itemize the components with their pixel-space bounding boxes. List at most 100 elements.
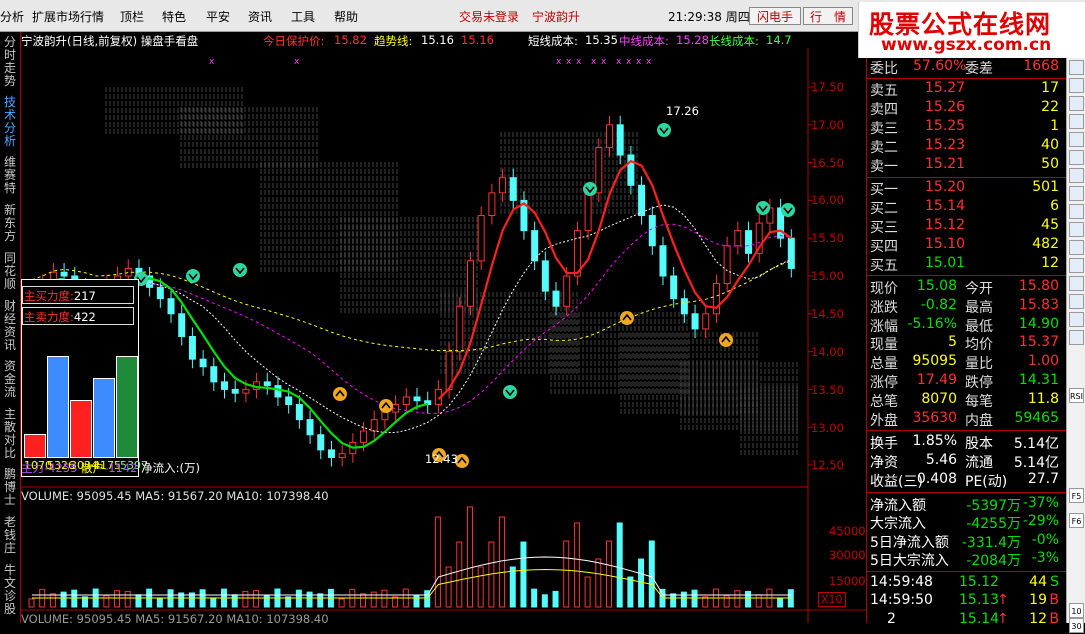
menu-pingan[interactable]: 平安 bbox=[206, 8, 230, 25]
flash-trade-button[interactable]: 闪电手 bbox=[749, 7, 801, 25]
tab-main-retail-compare[interactable]: 主散对比 bbox=[2, 408, 18, 460]
volume-bar bbox=[563, 540, 570, 608]
tab-tonghuashun[interactable]: 同花顺 bbox=[2, 252, 18, 291]
tab-technical-analysis[interactable]: 技术分析 bbox=[2, 96, 18, 148]
tick-row: 14:59:50 15.13 ↑ 19 B bbox=[870, 592, 1059, 609]
price-tick: 17.50 bbox=[811, 80, 844, 94]
sell-level-row[interactable]: 卖一 15.21 50 bbox=[867, 156, 1063, 175]
candle-body bbox=[691, 313, 699, 330]
quote-panel: 委比 57.60% 委差 1668 卖五 15.27 17 卖四 15.26 2… bbox=[866, 58, 1067, 627]
tool-icon[interactable] bbox=[1069, 96, 1084, 111]
tool-icon[interactable] bbox=[1069, 330, 1084, 345]
kline-canvas[interactable]: xxxxxxxxxxx bbox=[21, 32, 866, 623]
trend-line-value: 15.16 bbox=[421, 33, 454, 47]
menu-help[interactable]: 帮助 bbox=[334, 8, 358, 25]
tool-icon-30[interactable]: 30 bbox=[1069, 618, 1084, 633]
kline-chart[interactable]: xxxxxxxxxxx 宁波韵升(日线,前复权) 操盘手看盘 今日保护价: 15… bbox=[21, 32, 866, 626]
candle-body bbox=[231, 388, 239, 394]
price-tick: 16.00 bbox=[811, 193, 844, 207]
tab-xindongfang[interactable]: 新东方 bbox=[2, 204, 18, 243]
candle-body bbox=[402, 396, 410, 406]
tool-icon[interactable] bbox=[1069, 294, 1084, 309]
candle-body bbox=[745, 230, 753, 254]
sell-signal-icon bbox=[503, 385, 517, 399]
menu-special[interactable]: 特色 bbox=[162, 8, 186, 25]
quote-button[interactable]: 行 情 bbox=[803, 7, 853, 25]
tool-icon-rsi[interactable]: RSI bbox=[1069, 388, 1084, 403]
tab-stock-diagnosis[interactable]: 牛文诊股 bbox=[2, 564, 18, 616]
tool-icon[interactable] bbox=[1069, 60, 1084, 75]
volume-bar bbox=[777, 597, 784, 608]
volume-bar bbox=[60, 591, 67, 608]
menu-extended-market[interactable]: 扩展市场行情 bbox=[32, 8, 104, 25]
sell-level-row[interactable]: 卖四 15.26 22 bbox=[867, 99, 1063, 118]
tool-icon[interactable] bbox=[1069, 114, 1084, 129]
volume-bar bbox=[28, 598, 35, 608]
flow-row: 大宗流入 -4255万 -29% bbox=[870, 513, 1059, 533]
buy-level-row[interactable]: 买一 15.20 501 bbox=[867, 179, 1063, 198]
volume-bar bbox=[317, 593, 324, 608]
menu-topbar[interactable]: 顶栏 bbox=[120, 8, 144, 25]
tab-intraday[interactable]: 分时走势 bbox=[2, 36, 18, 88]
candle-body bbox=[456, 305, 464, 353]
tool-icon[interactable] bbox=[1069, 78, 1084, 93]
clock: 21:29:38 周四 bbox=[668, 10, 750, 24]
sell-signal-icon bbox=[781, 203, 795, 217]
tool-icon[interactable] bbox=[1069, 222, 1084, 237]
candle-body bbox=[221, 381, 228, 390]
tool-icon-f5[interactable]: F5 bbox=[1069, 488, 1084, 503]
stat-row: 总笔 8070 每笔 11.8 bbox=[870, 390, 1059, 410]
tool-icon-10[interactable]: 10 bbox=[1069, 603, 1084, 618]
tab-finance-news[interactable]: 财经资讯 bbox=[2, 300, 18, 352]
tool-icon[interactable] bbox=[1069, 150, 1084, 165]
price-tick: 14.00 bbox=[811, 345, 844, 359]
main-buy-force: 主买力度:217 bbox=[22, 286, 134, 304]
tool-icon-f6[interactable]: F6 bbox=[1069, 513, 1084, 528]
tool-icon[interactable] bbox=[1069, 240, 1084, 255]
menu-news[interactable]: 资讯 bbox=[248, 8, 272, 25]
volume-bar bbox=[616, 522, 623, 608]
candle-body bbox=[477, 215, 485, 262]
signal-x-marker: x bbox=[591, 57, 597, 67]
price-tick: 12.50 bbox=[811, 458, 844, 472]
sell-level-row[interactable]: 卖三 15.25 1 bbox=[867, 118, 1063, 137]
tool-icon[interactable] bbox=[1069, 312, 1084, 327]
buy-level-row[interactable]: 买四 15.10 482 bbox=[867, 236, 1063, 255]
buy-level-row[interactable]: 买三 15.12 45 bbox=[867, 217, 1063, 236]
menu-analysis[interactable]: 分析 bbox=[0, 8, 24, 25]
tool-icon[interactable] bbox=[1069, 258, 1084, 273]
net-inflow-legend: 主力-4255 散户-1142 净流入:(万) bbox=[21, 461, 201, 475]
force-bar bbox=[70, 400, 92, 458]
tab-weisaite[interactable]: 维赛特 bbox=[2, 156, 18, 195]
tab-pengboshi[interactable]: 鹏博士 bbox=[2, 468, 18, 507]
buy-level-row[interactable]: 买二 15.14 6 bbox=[867, 198, 1063, 217]
sell-level-row[interactable]: 卖二 15.23 40 bbox=[867, 137, 1063, 156]
tool-icon[interactable] bbox=[1069, 204, 1084, 219]
signal-x-marker: x bbox=[576, 57, 582, 67]
stock-name-link[interactable]: 宁波韵升 bbox=[532, 8, 580, 25]
tool-icon[interactable] bbox=[1069, 132, 1084, 147]
candle-body bbox=[509, 177, 517, 201]
candle-body bbox=[210, 366, 218, 383]
tool-icon[interactable] bbox=[1069, 276, 1084, 291]
tab-laoqianzhuang[interactable]: 老钱庄 bbox=[2, 516, 18, 555]
volume-bar bbox=[103, 595, 110, 608]
stat2-row: 收益(三) 0.408 PE(动) 27.7 bbox=[870, 471, 1059, 490]
volume-bar bbox=[573, 522, 580, 608]
sell-signal-icon bbox=[583, 182, 597, 196]
volume-bar bbox=[295, 589, 302, 608]
volume-bar bbox=[606, 540, 612, 608]
long-cost-value: 14.7 bbox=[766, 33, 792, 47]
tool-icon[interactable] bbox=[1069, 168, 1084, 183]
volume-bar bbox=[509, 566, 516, 608]
sell-level-row[interactable]: 卖五 15.27 17 bbox=[867, 80, 1063, 99]
menu-tools[interactable]: 工具 bbox=[291, 8, 315, 25]
volume-bar bbox=[135, 594, 142, 608]
signal-x-marker: x bbox=[601, 57, 607, 67]
buy-level-row[interactable]: 买五 15.01 12 bbox=[867, 255, 1063, 274]
trade-login-status[interactable]: 交易未登录 bbox=[459, 8, 519, 25]
candle-body bbox=[295, 404, 303, 421]
tool-icon[interactable] bbox=[1069, 186, 1084, 201]
volume-bar bbox=[370, 591, 377, 608]
tab-capital-flow[interactable]: 资金流 bbox=[2, 360, 18, 399]
